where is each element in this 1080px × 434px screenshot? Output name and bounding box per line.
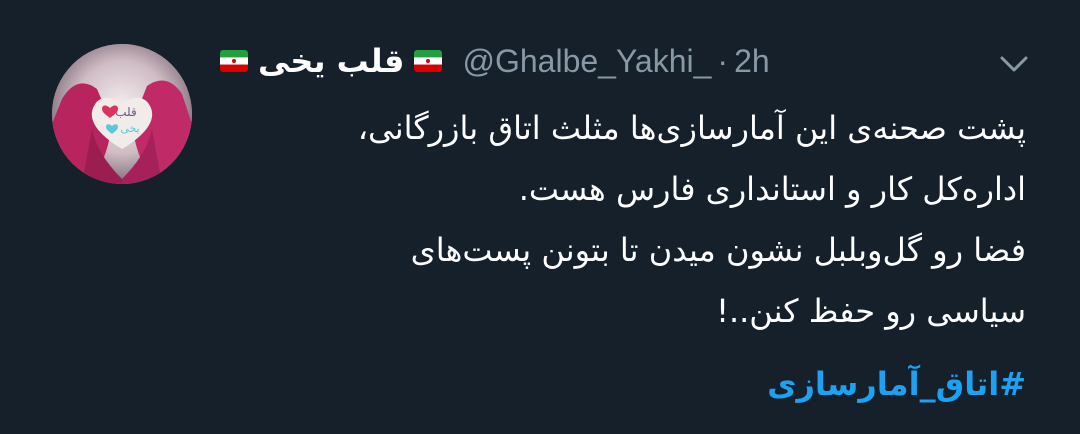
tweet-text-line: سیاسی رو حفظ کنن..! xyxy=(716,292,1026,330)
iran-flag-icon xyxy=(414,50,443,72)
svg-text:یخی: یخی xyxy=(120,122,139,135)
author-display-name[interactable]: قلب یخی xyxy=(258,42,404,80)
hashtag-link[interactable]: #اتاق_آمارسازی xyxy=(767,356,1026,412)
tweet-text-line: فضا رو گل‌وبلبل نشون میدن تا بتونن پست‌ه… xyxy=(410,231,1026,269)
svg-text:قلب: قلب xyxy=(115,105,137,119)
avatar[interactable]: قلب یخی xyxy=(52,44,192,184)
tweet: قلب یخی قلب یخی @Ghalbe_Yakhi_ · 2h پشت … xyxy=(0,0,1080,434)
chevron-down-icon[interactable] xyxy=(996,52,1032,76)
tweet-text: پشت صحنه‌ی این آمارسازی‌ها مثلث اتاق باز… xyxy=(206,98,1026,342)
iran-flag-icon xyxy=(220,50,248,72)
tweet-text-line: پشت صحنه‌ی این آمارسازی‌ها مثلث اتاق باز… xyxy=(357,109,1026,147)
author-line: قلب یخی @Ghalbe_Yakhi_ · 2h xyxy=(220,42,770,80)
author-handle[interactable]: @Ghalbe_Yakhi_ xyxy=(462,43,711,80)
avatar-image: قلب یخی xyxy=(52,44,192,184)
tweet-text-line: اداره‌کل کار و استانداری فارس هست. xyxy=(518,170,1026,208)
tweet-timestamp[interactable]: 2h xyxy=(734,43,770,80)
tweet-header: قلب یخی @Ghalbe_Yakhi_ · 2h xyxy=(200,40,1040,90)
separator-dot: · xyxy=(717,42,729,79)
